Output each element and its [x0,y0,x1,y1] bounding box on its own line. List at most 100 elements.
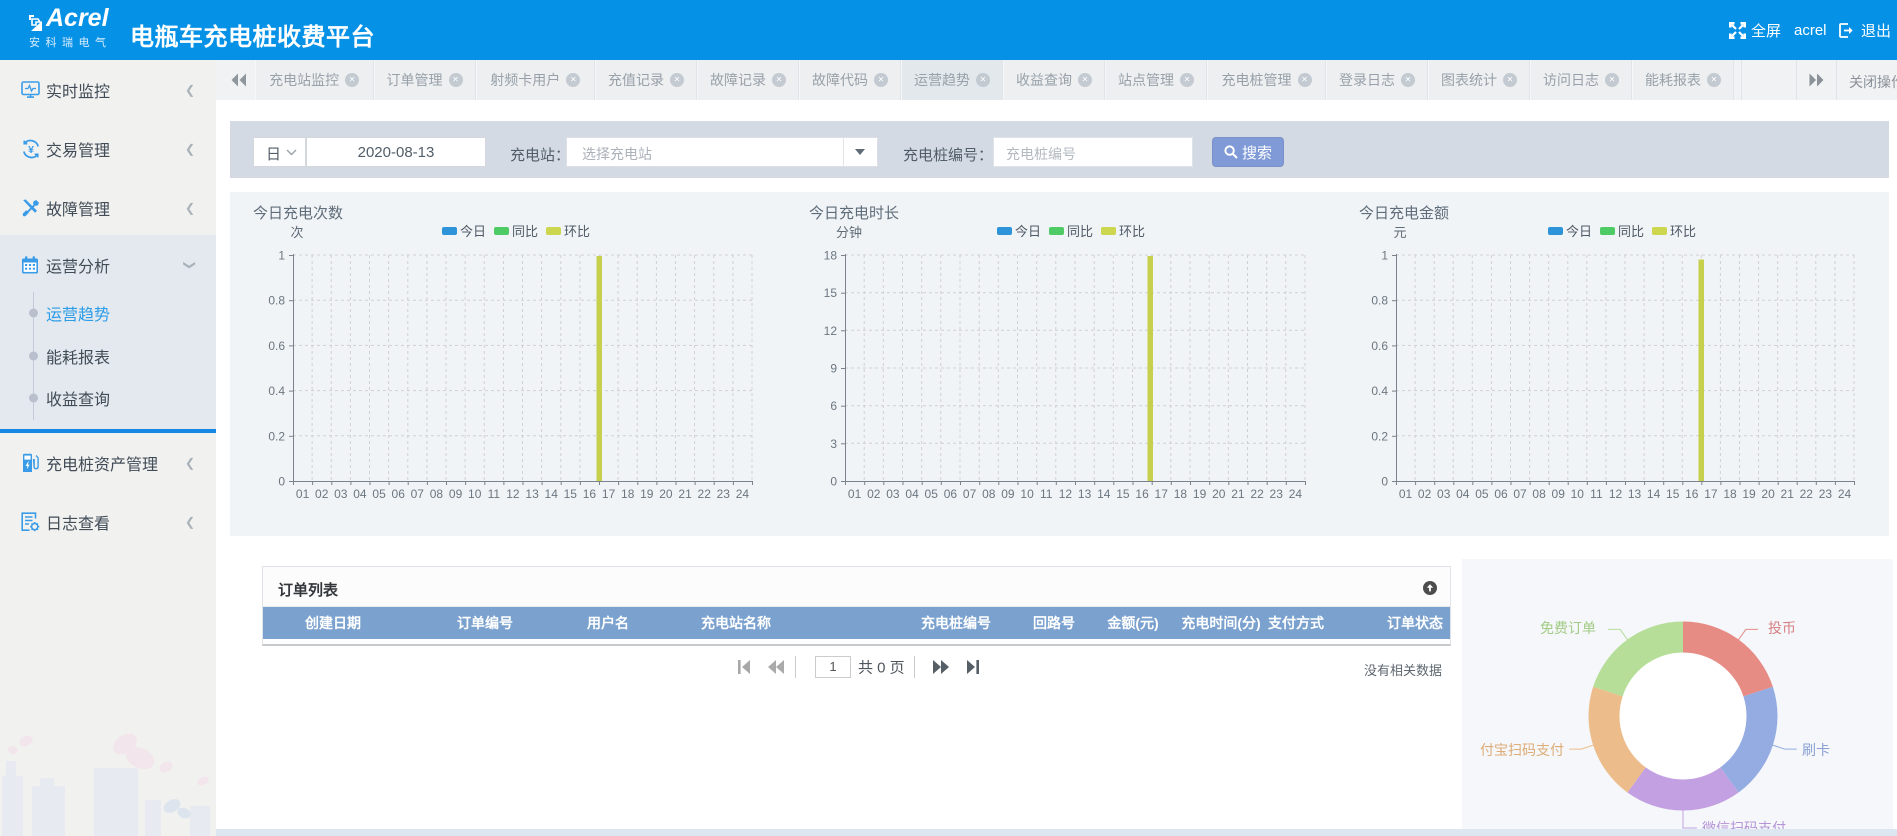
svg-text:21: 21 [1781,487,1795,501]
svg-text:14: 14 [545,487,559,501]
svg-text:同比: 同比 [1618,224,1644,239]
svg-text:今日充电次数: 今日充电次数 [253,205,343,222]
svg-text:16: 16 [1135,487,1149,501]
svg-text:0.2: 0.2 [268,429,285,443]
svg-text:06: 06 [1494,487,1508,501]
svg-text:0.4: 0.4 [1371,384,1388,398]
svg-text:22: 22 [1250,487,1264,501]
svg-text:06: 06 [392,487,406,501]
svg-text:04: 04 [1456,487,1470,501]
svg-text:0.6: 0.6 [268,339,285,353]
svg-text:02: 02 [315,487,329,501]
svg-text:0.6: 0.6 [1371,339,1388,353]
svg-text:08: 08 [430,487,444,501]
svg-text:08: 08 [982,487,996,501]
svg-text:21: 21 [1231,487,1245,501]
svg-text:18: 18 [1174,487,1188,501]
svg-text:17: 17 [1704,487,1718,501]
svg-text:03: 03 [886,487,900,501]
svg-text:19: 19 [1193,487,1207,501]
svg-text:¥: ¥ [28,144,34,156]
svg-text:0: 0 [830,475,837,489]
svg-text:1: 1 [1381,249,1388,263]
svg-text:6: 6 [830,399,837,413]
svg-text:刷卡: 刷卡 [1802,742,1830,758]
svg-text:今日: 今日 [1015,224,1041,239]
svg-text:同比: 同比 [1067,224,1093,239]
svg-text:06: 06 [944,487,958,501]
svg-text:15: 15 [564,487,578,501]
svg-text:04: 04 [905,487,919,501]
svg-text:0.2: 0.2 [1371,429,1388,443]
svg-text:10: 10 [1020,487,1034,501]
svg-text:09: 09 [1001,487,1015,501]
svg-text:07: 07 [411,487,425,501]
svg-text:23: 23 [1819,487,1833,501]
svg-text:22: 22 [698,487,712,501]
svg-text:环比: 环比 [1670,224,1696,239]
svg-text:20: 20 [659,487,673,501]
svg-text:0.8: 0.8 [1371,294,1388,308]
svg-text:13: 13 [1078,487,1092,501]
svg-text:01: 01 [848,487,862,501]
svg-text:23: 23 [717,487,731,501]
svg-text:次: 次 [290,225,303,240]
svg-text:14: 14 [1097,487,1111,501]
svg-text:今日: 今日 [460,224,486,239]
svg-text:0.8: 0.8 [268,294,285,308]
svg-text:环比: 环比 [1119,224,1145,239]
svg-text:24: 24 [736,487,750,501]
svg-text:09: 09 [449,487,463,501]
svg-text:15: 15 [824,286,838,300]
svg-text:05: 05 [1475,487,1489,501]
svg-text:今日充电金额: 今日充电金额 [1359,205,1449,222]
svg-text:01: 01 [296,487,310,501]
svg-text:07: 07 [1513,487,1527,501]
svg-text:20: 20 [1761,487,1775,501]
svg-text:19: 19 [640,487,654,501]
svg-text:同比: 同比 [512,224,538,239]
svg-text:免费订单: 免费订单 [1540,620,1596,636]
svg-text:今日: 今日 [1566,224,1592,239]
svg-text:3: 3 [830,437,837,451]
svg-text:15: 15 [1116,487,1130,501]
svg-text:01: 01 [1399,487,1413,501]
svg-text:11: 11 [1590,487,1603,501]
svg-text:0: 0 [1381,475,1388,489]
svg-text:13: 13 [525,487,539,501]
svg-text:24: 24 [1838,487,1852,501]
svg-text:17: 17 [1155,487,1169,501]
svg-text:13: 13 [1628,487,1642,501]
svg-text:23: 23 [1270,487,1284,501]
svg-text:今日充电时长: 今日充电时长 [809,205,899,222]
svg-text:环比: 环比 [564,224,590,239]
svg-text:22: 22 [1800,487,1814,501]
svg-text:02: 02 [1418,487,1432,501]
svg-text:24: 24 [1289,487,1303,501]
svg-text:9: 9 [830,362,837,376]
svg-text:07: 07 [963,487,977,501]
svg-text:11: 11 [1040,487,1053,501]
svg-text:15: 15 [1666,487,1680,501]
svg-text:09: 09 [1552,487,1566,501]
svg-text:18: 18 [1723,487,1737,501]
svg-text:10: 10 [468,487,482,501]
svg-text:18: 18 [824,249,838,263]
svg-text:05: 05 [925,487,939,501]
svg-text:21: 21 [678,487,692,501]
svg-text:08: 08 [1532,487,1546,501]
svg-text:16: 16 [583,487,597,501]
svg-text:0: 0 [278,475,285,489]
svg-text:1: 1 [278,249,285,263]
svg-text:04: 04 [353,487,367,501]
svg-text:元: 元 [1393,225,1406,240]
svg-text:0.4: 0.4 [268,384,285,398]
svg-text:03: 03 [334,487,348,501]
svg-text:05: 05 [372,487,386,501]
svg-text:02: 02 [867,487,881,501]
svg-text:付宝扫码支付: 付宝扫码支付 [1480,742,1564,758]
svg-text:12: 12 [1059,487,1073,501]
svg-text:17: 17 [602,487,616,501]
svg-text:20: 20 [1212,487,1226,501]
svg-text:投币: 投币 [1768,620,1796,636]
